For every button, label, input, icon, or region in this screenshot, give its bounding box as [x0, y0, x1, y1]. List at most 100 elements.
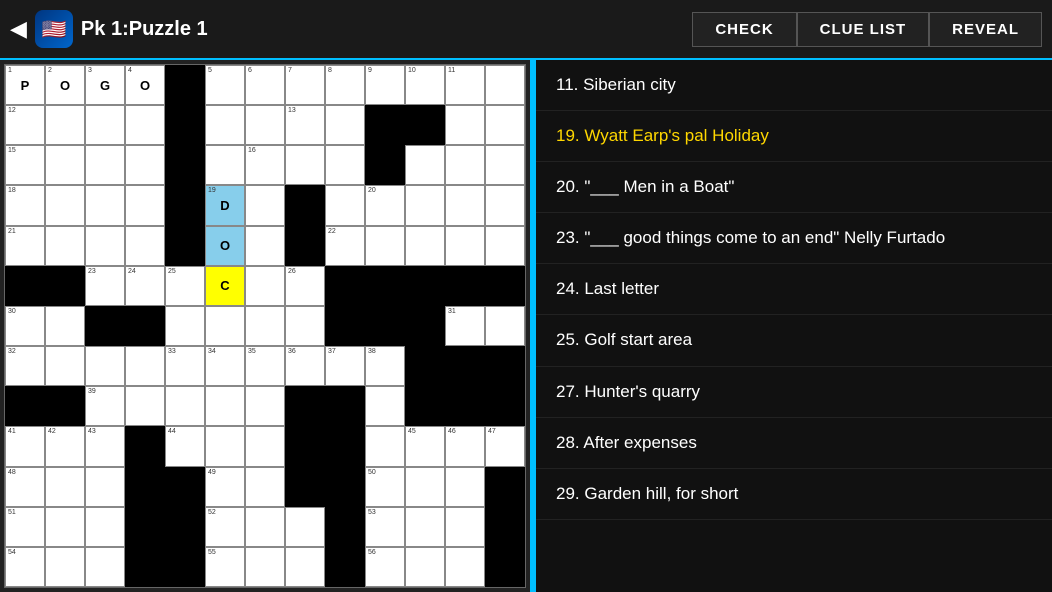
clue-item-28[interactable]: 28. After expenses — [536, 418, 1052, 469]
cell-r2-c12[interactable] — [485, 145, 525, 185]
cell-r3-c9[interactable]: 20 — [365, 185, 405, 225]
cell-r6-c1[interactable] — [45, 306, 85, 346]
cell-r7-c5[interactable]: 34 — [205, 346, 245, 386]
cell-r7-c8[interactable]: 37 — [325, 346, 365, 386]
cell-r2-c5[interactable] — [205, 145, 245, 185]
cell-r12-c1[interactable] — [45, 547, 85, 587]
cell-r6-c11[interactable]: 31 — [445, 306, 485, 346]
cell-r12-c2[interactable] — [85, 547, 125, 587]
cell-r5-c4[interactable]: 25 — [165, 266, 205, 306]
cell-r8-c3[interactable] — [125, 386, 165, 426]
cell-r8-c6[interactable] — [245, 386, 285, 426]
cell-r0-c7[interactable]: 7 — [285, 65, 325, 105]
cell-r6-c7[interactable] — [285, 306, 325, 346]
cell-r4-c11[interactable] — [445, 226, 485, 266]
cell-r5-c3[interactable]: 24 — [125, 266, 165, 306]
cell-r10-c1[interactable] — [45, 467, 85, 507]
cell-r10-c5[interactable]: 49 — [205, 467, 245, 507]
cell-r1-c3[interactable] — [125, 105, 165, 145]
cell-r2-c10[interactable] — [405, 145, 445, 185]
clue-list[interactable]: 11. Siberian city 19. Wyatt Earp's pal H… — [536, 60, 1052, 592]
cell-r11-c11[interactable] — [445, 507, 485, 547]
cell-r2-c11[interactable] — [445, 145, 485, 185]
cell-r2-c0[interactable]: 15 — [5, 145, 45, 185]
cell-r4-c6[interactable] — [245, 226, 285, 266]
clue-item-23[interactable]: 23. "___ good things come to an end" Nel… — [536, 213, 1052, 264]
cell-r1-c1[interactable] — [45, 105, 85, 145]
cell-r11-c9[interactable]: 53 — [365, 507, 405, 547]
cell-r12-c9[interactable]: 56 — [365, 547, 405, 587]
cell-r1-c5[interactable] — [205, 105, 245, 145]
cell-r0-c5[interactable]: 5 — [205, 65, 245, 105]
clue-item-19[interactable]: 19. Wyatt Earp's pal Holiday — [536, 111, 1052, 162]
cell-r3-c2[interactable] — [85, 185, 125, 225]
clue-item-29[interactable]: 29. Garden hill, for short — [536, 469, 1052, 520]
cell-r3-c11[interactable] — [445, 185, 485, 225]
cell-r11-c7[interactable] — [285, 507, 325, 547]
cell-r11-c10[interactable] — [405, 507, 445, 547]
reveal-button[interactable]: REVEAL — [929, 12, 1042, 47]
cell-r1-c0[interactable]: 12 — [5, 105, 45, 145]
cell-r4-c10[interactable] — [405, 226, 445, 266]
cell-r9-c11[interactable]: 46 — [445, 426, 485, 466]
cell-r9-c1[interactable]: 42 — [45, 426, 85, 466]
cell-r11-c2[interactable] — [85, 507, 125, 547]
cell-r5-c5[interactable]: C — [205, 266, 245, 306]
cell-r2-c3[interactable] — [125, 145, 165, 185]
cell-r4-c8[interactable]: 22 — [325, 226, 365, 266]
cell-r11-c1[interactable] — [45, 507, 85, 547]
cell-r6-c5[interactable] — [205, 306, 245, 346]
cell-r9-c12[interactable]: 47 — [485, 426, 525, 466]
cell-r0-c11[interactable]: 11 — [445, 65, 485, 105]
cell-r12-c5[interactable]: 55 — [205, 547, 245, 587]
cell-r3-c10[interactable] — [405, 185, 445, 225]
cell-r4-c5[interactable]: O — [205, 226, 245, 266]
cell-r2-c7[interactable] — [285, 145, 325, 185]
cell-r5-c2[interactable]: 23 — [85, 266, 125, 306]
cell-r0-c6[interactable]: 6 — [245, 65, 285, 105]
back-button[interactable]: ◀ — [10, 16, 27, 42]
cell-r0-c2[interactable]: 3G — [85, 65, 125, 105]
cell-r1-c7[interactable]: 13 — [285, 105, 325, 145]
cell-r10-c11[interactable] — [445, 467, 485, 507]
cell-r10-c10[interactable] — [405, 467, 445, 507]
cell-r11-c0[interactable]: 51 — [5, 507, 45, 547]
cell-r9-c5[interactable] — [205, 426, 245, 466]
cell-r7-c6[interactable]: 35 — [245, 346, 285, 386]
cell-r7-c9[interactable]: 38 — [365, 346, 405, 386]
cell-r3-c1[interactable] — [45, 185, 85, 225]
clue-item-27[interactable]: 27. Hunter's quarry — [536, 367, 1052, 418]
cell-r11-c5[interactable]: 52 — [205, 507, 245, 547]
cell-r4-c12[interactable] — [485, 226, 525, 266]
cell-r3-c3[interactable] — [125, 185, 165, 225]
cell-r2-c8[interactable] — [325, 145, 365, 185]
cell-r4-c3[interactable] — [125, 226, 165, 266]
cell-r0-c1[interactable]: 2O — [45, 65, 85, 105]
cell-r3-c5[interactable]: 19D — [205, 185, 245, 225]
check-button[interactable]: CHECK — [692, 12, 796, 47]
cell-r2-c1[interactable] — [45, 145, 85, 185]
cell-r5-c7[interactable]: 26 — [285, 266, 325, 306]
cell-r9-c2[interactable]: 43 — [85, 426, 125, 466]
cell-r11-c6[interactable] — [245, 507, 285, 547]
cell-r4-c0[interactable]: 21 — [5, 226, 45, 266]
cell-r2-c2[interactable] — [85, 145, 125, 185]
cell-r7-c3[interactable] — [125, 346, 165, 386]
cell-r3-c12[interactable] — [485, 185, 525, 225]
cell-r10-c2[interactable] — [85, 467, 125, 507]
cell-r3-c0[interactable]: 18 — [5, 185, 45, 225]
cell-r1-c8[interactable] — [325, 105, 365, 145]
cell-r1-c2[interactable] — [85, 105, 125, 145]
cell-r0-c10[interactable]: 10 — [405, 65, 445, 105]
crossword-grid[interactable]: 1P2O3G4O567891011121315161819D2021O22232… — [4, 64, 526, 588]
cell-r7-c1[interactable] — [45, 346, 85, 386]
cell-r1-c6[interactable] — [245, 105, 285, 145]
cell-r0-c3[interactable]: 4O — [125, 65, 165, 105]
cell-r10-c0[interactable]: 48 — [5, 467, 45, 507]
cell-r4-c2[interactable] — [85, 226, 125, 266]
cell-r12-c0[interactable]: 54 — [5, 547, 45, 587]
cell-r9-c0[interactable]: 41 — [5, 426, 45, 466]
cell-r10-c9[interactable]: 50 — [365, 467, 405, 507]
cell-r8-c2[interactable]: 39 — [85, 386, 125, 426]
cell-r5-c6[interactable] — [245, 266, 285, 306]
